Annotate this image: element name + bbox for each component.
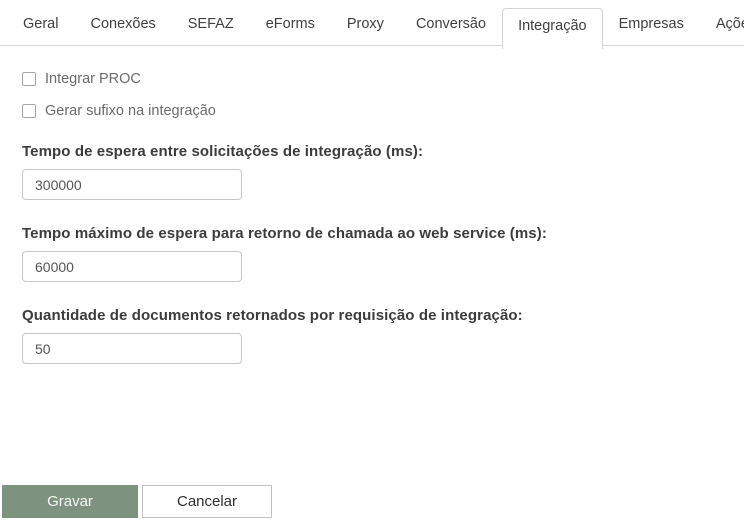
- quantidade-documentos-input[interactable]: [22, 333, 242, 364]
- tab-integracao[interactable]: Integração: [502, 8, 603, 49]
- tempo-espera-input[interactable]: [22, 169, 242, 200]
- tab-proxy[interactable]: Proxy: [331, 6, 400, 45]
- cancel-button[interactable]: Cancelar: [142, 485, 272, 518]
- gerar-sufixo-row: Gerar sufixo na integração: [22, 102, 722, 119]
- quantidade-documentos-label: Quantidade de documentos retornados por …: [22, 307, 523, 324]
- integrar-proc-checkbox[interactable]: [22, 71, 36, 86]
- form-actions: Gravar Cancelar: [2, 485, 272, 518]
- integration-settings-panel: Integrar PROC Gerar sufixo na integração…: [0, 46, 744, 364]
- tab-acoes[interactable]: Ações: [700, 6, 744, 45]
- gerar-sufixo-label: Gerar sufixo na integração: [45, 102, 216, 119]
- tab-empresas[interactable]: Empresas: [603, 6, 700, 45]
- integrar-proc-label: Integrar PROC: [45, 70, 141, 87]
- tab-conexoes[interactable]: Conexões: [74, 6, 171, 45]
- tempo-espera-group: Tempo de espera entre solicitações de in…: [22, 143, 722, 200]
- tab-conversao[interactable]: Conversão: [400, 6, 502, 45]
- tempo-maximo-group: Tempo máximo de espera para retorno de c…: [22, 225, 722, 282]
- tab-sefaz[interactable]: SEFAZ: [172, 6, 250, 45]
- integrar-proc-row: Integrar PROC: [22, 70, 722, 87]
- tempo-espera-label: Tempo de espera entre solicitações de in…: [22, 143, 424, 160]
- tempo-maximo-label: Tempo máximo de espera para retorno de c…: [22, 225, 547, 242]
- tab-geral[interactable]: Geral: [7, 6, 74, 45]
- settings-tab-bar: Geral Conexões SEFAZ eForms Proxy Conver…: [0, 0, 744, 49]
- quantidade-documentos-group: Quantidade de documentos retornados por …: [22, 307, 722, 364]
- save-button[interactable]: Gravar: [2, 485, 138, 518]
- gerar-sufixo-checkbox[interactable]: [22, 103, 36, 118]
- tab-eforms[interactable]: eForms: [250, 6, 331, 45]
- tempo-maximo-input[interactable]: [22, 251, 242, 282]
